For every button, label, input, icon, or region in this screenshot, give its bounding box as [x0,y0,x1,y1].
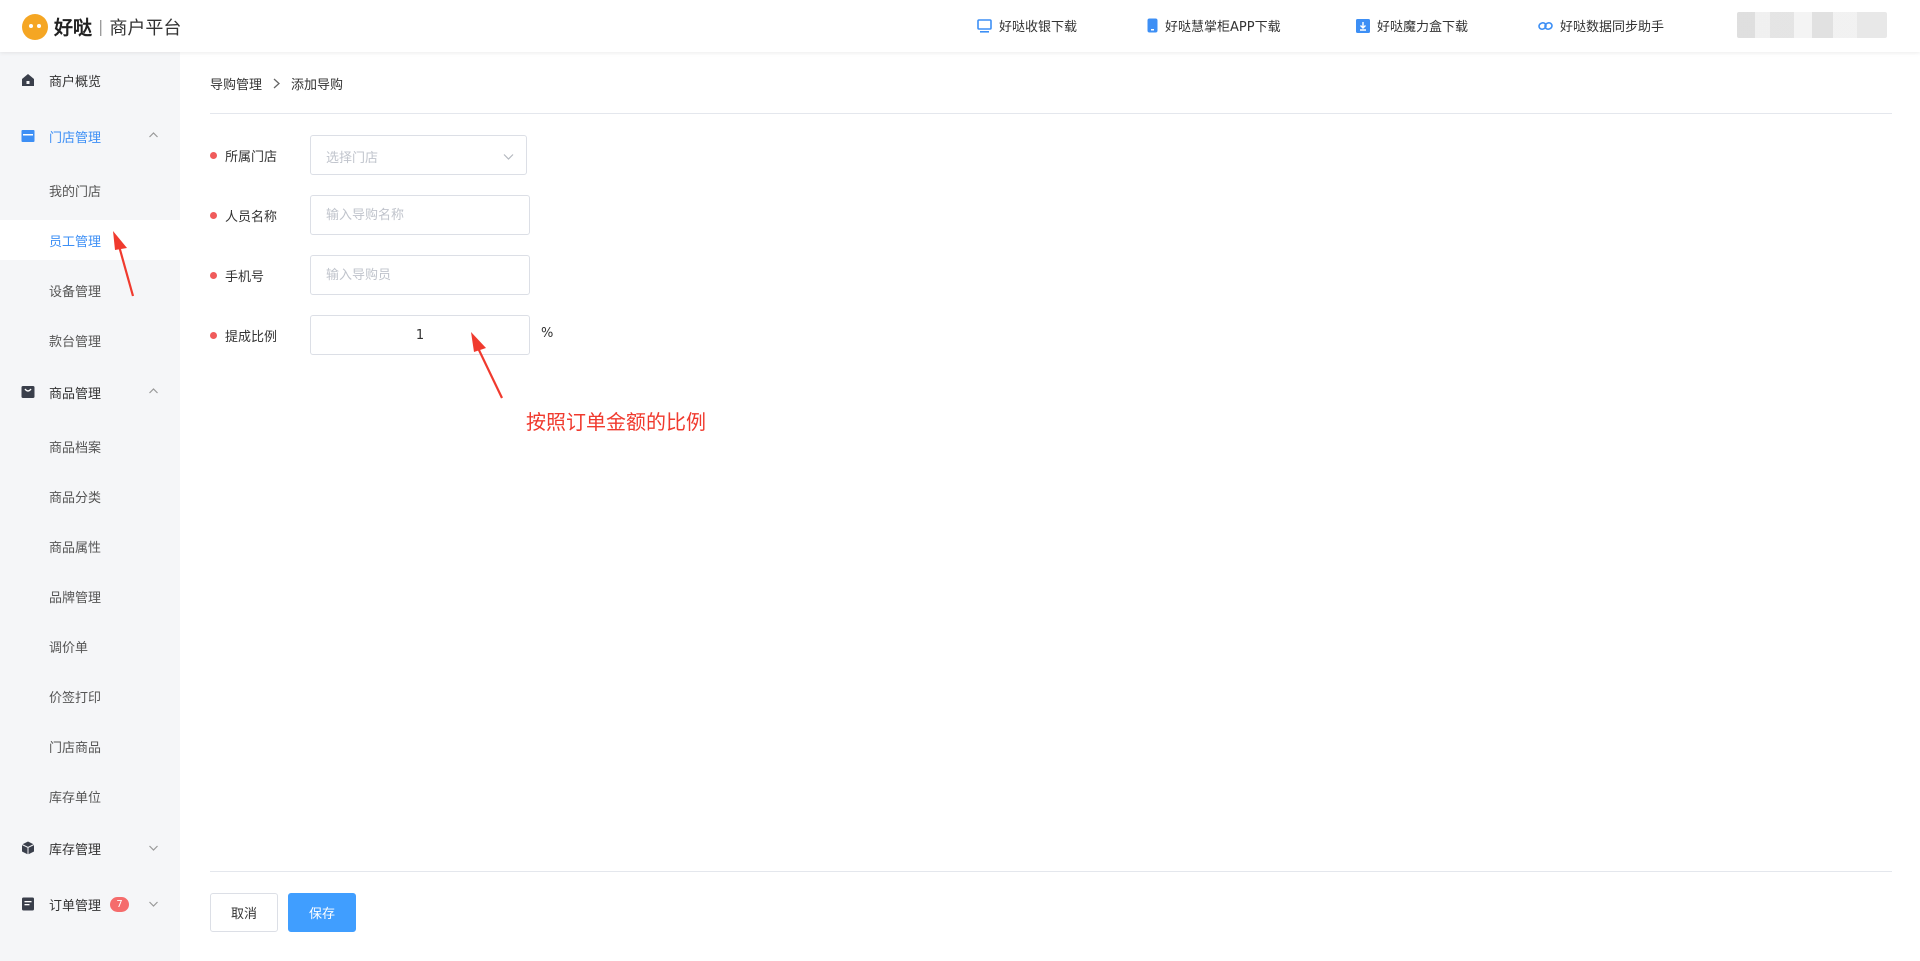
home-icon [22,74,34,86]
phone-input[interactable] [310,255,530,295]
nav-goods-archive[interactable]: 商品档案 [0,426,180,466]
store-icon [21,130,35,142]
nav-price-tag-print-label: 价签打印 [49,690,102,706]
required-dot [210,152,217,159]
percent-unit: % [541,326,554,341]
sync-assistant-label: 好哒数据同步助手 [1560,20,1665,35]
staff-name-input[interactable] [310,195,530,235]
required-dot [210,272,217,279]
download-pos-label: 好哒收银下载 [999,20,1078,35]
nav-counter-management[interactable]: 款台管理 [0,320,180,360]
ratio-label: 提成比例 [225,329,278,345]
nav-price-adjustment-label: 调价单 [49,640,89,656]
name-label: 人员名称 [225,209,278,225]
phone-label: 手机号 [225,269,265,285]
nav-overview[interactable]: 商户概览 [0,60,180,100]
breadcrumb-parent[interactable]: 导购管理 [210,74,262,93]
chevron-right-icon [273,78,280,89]
nav-brand-management-label: 品牌管理 [49,590,102,606]
download-box-label: 好哒魔力盒下载 [1377,20,1469,35]
phone-icon [1147,18,1158,33]
box-icon [21,841,35,855]
nav-device-management-label: 设备管理 [49,284,102,300]
user-account-blurred[interactable] [1737,12,1887,38]
nav-my-store[interactable]: 我的门店 [0,170,180,210]
save-button[interactable]: 保存 [288,893,356,932]
order-count-badge: 7 [110,897,129,912]
nav-order-management[interactable]: 订单管理 7 [0,884,180,924]
nav-store-goods[interactable]: 门店商品 [0,726,180,766]
nav-price-adjustment[interactable]: 调价单 [0,626,180,666]
nav-stock-unit-label: 库存单位 [49,790,102,806]
sidebar: 商户概览 门店管理 我的门店 员工管理 设备管理 款台管理 商品管理 商品档案 … [0,52,180,961]
nav-goods-archive-label: 商品档案 [49,440,102,456]
chevron-down-icon [149,901,158,907]
chevron-up-icon [149,388,158,394]
chevron-up-icon [149,132,158,138]
nav-my-store-label: 我的门店 [49,184,102,200]
nav-device-management[interactable]: 设备管理 [0,270,180,310]
download-app-link[interactable]: 好哒慧掌柜APP下载 [1147,16,1281,35]
chevron-down-icon [149,845,158,851]
nav-overview-label: 商户概览 [49,74,102,90]
download-pos-link[interactable]: 好哒收银下载 [977,16,1077,35]
chevron-down-icon [503,154,514,160]
store-select-placeholder: 选择门店 [326,151,379,166]
breadcrumb-current: 添加导购 [291,78,344,93]
nav-inventory-management-label: 库存管理 [49,842,102,858]
commission-ratio-input[interactable] [310,315,530,355]
footer-divider [210,871,1892,872]
bag-icon [21,386,35,398]
nav-staff-management-label: 员工管理 [49,234,102,250]
nav-order-management-label: 订单管理 [49,898,102,914]
nav-store-management[interactable]: 门店管理 [0,116,180,156]
download-app-label: 好哒慧掌柜APP下载 [1165,20,1281,35]
store-label: 所属门店 [225,149,278,165]
header-divider [210,113,1892,114]
nav-goods-management[interactable]: 商品管理 [0,372,180,412]
logo-separator: | [98,17,104,36]
nav-counter-management-label: 款台管理 [49,334,102,350]
logo[interactable]: 好哒 | 商户平台 [22,13,181,40]
nav-goods-category-label: 商品分类 [49,490,102,506]
link-icon [1538,21,1553,30]
required-dot [210,212,217,219]
nav-store-management-label: 门店管理 [49,130,102,146]
document-icon [22,897,34,911]
sync-assistant-link[interactable]: 好哒数据同步助手 [1538,16,1664,35]
download-icon [1356,18,1370,33]
monitor-icon [977,18,992,33]
nav-staff-management[interactable]: 员工管理 [0,220,180,260]
cancel-button[interactable]: 取消 [210,893,278,932]
logo-brand: 好哒 [54,17,93,39]
nav-store-goods-label: 门店商品 [49,740,102,756]
breadcrumb: 导购管理 添加导购 [210,74,343,93]
platform-title: 商户平台 [109,17,182,39]
required-dot [210,332,217,339]
nav-goods-attribute[interactable]: 商品属性 [0,526,180,566]
annotation-text: 按照订单金额的比例 [526,410,706,434]
nav-goods-category[interactable]: 商品分类 [0,476,180,516]
nav-goods-attribute-label: 商品属性 [49,540,102,556]
nav-stock-unit[interactable]: 库存单位 [0,776,180,816]
nav-inventory-management[interactable]: 库存管理 [0,828,180,868]
nav-goods-management-label: 商品管理 [49,386,102,402]
logo-mascot-icon [22,13,48,40]
store-select[interactable]: 选择门店 [310,135,527,175]
top-header: 好哒 | 商户平台 好哒收银下载 好哒慧掌柜APP下载 好哒魔力盒下载 好哒数据… [0,0,1920,52]
download-box-link[interactable]: 好哒魔力盒下载 [1356,16,1468,35]
nav-price-tag-print[interactable]: 价签打印 [0,676,180,716]
nav-brand-management[interactable]: 品牌管理 [0,576,180,616]
